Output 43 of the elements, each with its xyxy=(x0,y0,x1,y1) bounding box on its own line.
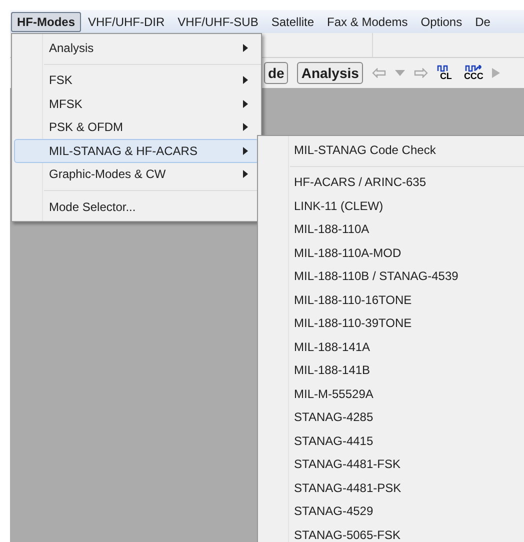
submenu-arrow-icon xyxy=(243,170,248,178)
menu-item[interactable]: MIL-188-141A xyxy=(260,335,524,358)
menu-item[interactable]: MIL-188-110A-MOD xyxy=(260,241,524,264)
menu-bar-item[interactable]: Satellite xyxy=(265,12,320,32)
menu-item[interactable]: MIL-188-110B / STANAG-4539 xyxy=(260,264,524,288)
menu-item[interactable]: MIL-188-110-39TONE xyxy=(260,312,524,335)
menu-bar-item[interactable]: Fax & Modems xyxy=(321,12,414,32)
submenu-arrow-icon xyxy=(243,123,248,132)
menu-item[interactable]: LINK-11 (CLEW) xyxy=(260,194,524,218)
menu-item[interactable]: STANAG-4481-FSK xyxy=(260,452,524,476)
submenu-arrow-icon xyxy=(243,146,248,155)
menu-item[interactable]: HF-ACARS / ARINC-635 xyxy=(260,170,524,194)
menu-bar-item[interactable]: HF-Modes xyxy=(11,12,81,32)
menu-bar-item[interactable]: De xyxy=(469,12,496,32)
menu-item[interactable]: MFSK xyxy=(14,92,259,116)
menu-item[interactable]: STANAG-4481-PSK xyxy=(260,476,524,500)
menu-item[interactable]: MIL-STANAG & HF-ACARS xyxy=(14,139,259,162)
menu-bar-item[interactable]: Options xyxy=(414,12,468,32)
mode-button[interactable]: de xyxy=(264,62,288,84)
menu-item[interactable]: STANAG-4285 xyxy=(260,406,524,429)
menu-item[interactable]: Graphic-Modes & CW xyxy=(14,162,259,186)
submenu-arrow-icon xyxy=(243,100,248,108)
caret-icon[interactable] xyxy=(394,70,405,76)
menu-item[interactable]: MIL-M-55529A xyxy=(260,382,524,406)
menu-item[interactable]: MIL-188-110-16TONE xyxy=(260,288,524,312)
play-icon[interactable] xyxy=(492,68,500,78)
analysis-button[interactable]: Analysis xyxy=(297,62,363,84)
menu-item[interactable]: STANAG-5065-FSK xyxy=(260,523,524,542)
menu-item[interactable]: Mode Selector... xyxy=(14,195,259,218)
menu-item[interactable]: Analysis xyxy=(14,36,259,60)
menu-item[interactable]: MIL-188-110A xyxy=(260,218,524,241)
menu-item[interactable]: MIL-188-141B xyxy=(260,358,524,382)
menu-bar-item[interactable]: VHF/UHF-SUB xyxy=(172,12,264,32)
menu-item[interactable]: FSK xyxy=(14,68,259,92)
forward-arrow-icon[interactable] xyxy=(414,68,428,78)
menu-item[interactable]: MIL-STANAG Code Check xyxy=(260,138,524,162)
menu-item[interactable]: STANAG-4529 xyxy=(260,500,524,523)
back-arrow-icon[interactable] xyxy=(372,68,386,78)
menu-bar-item[interactable]: VHF/UHF-DIR xyxy=(82,12,171,32)
menu-item[interactable]: PSK & OFDM xyxy=(14,116,259,139)
menu-item[interactable]: STANAG-4415 xyxy=(260,429,524,452)
submenu-arrow-icon xyxy=(243,44,248,52)
submenu-arrow-icon xyxy=(243,76,248,84)
